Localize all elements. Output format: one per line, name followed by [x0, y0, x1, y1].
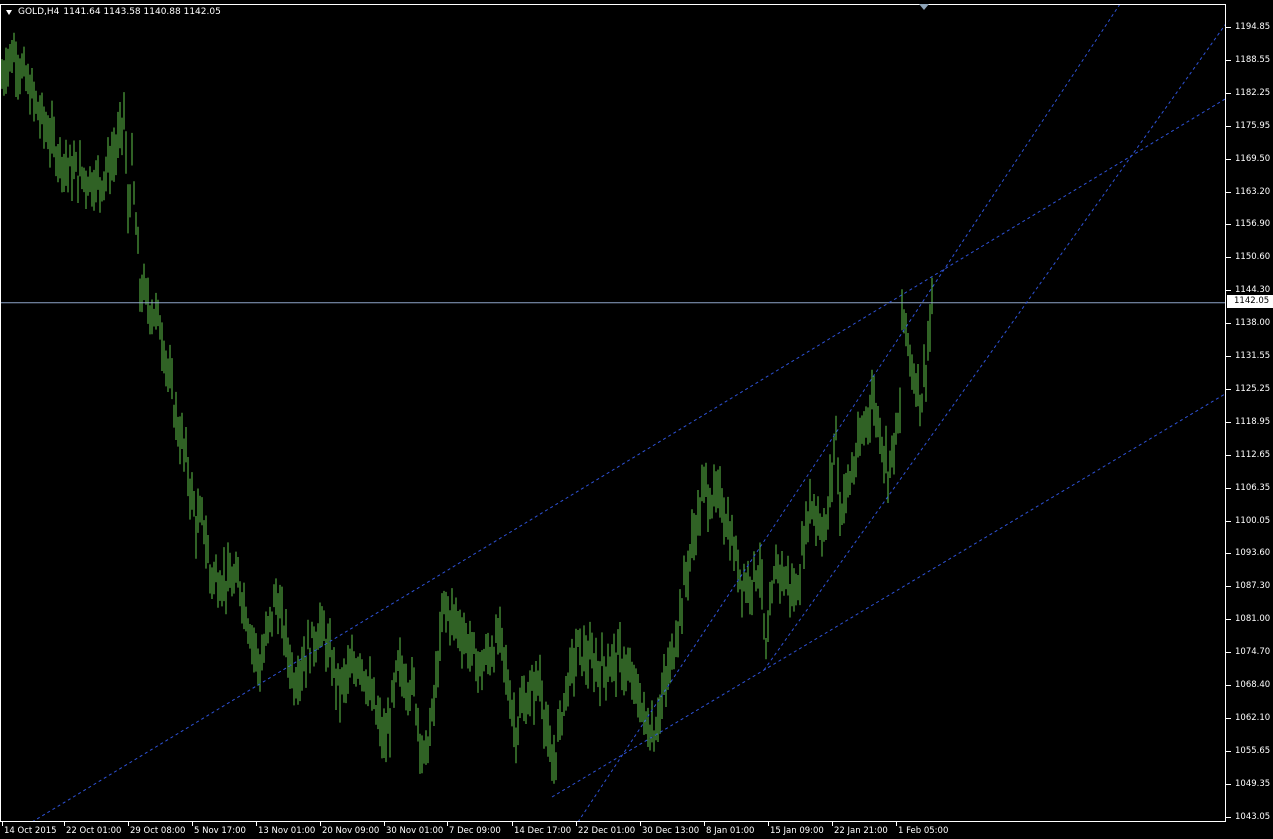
time-axis-label: 20 Nov 09:00: [322, 826, 380, 836]
time-axis-tick: [64, 822, 65, 826]
price-axis-label: 1118.95: [1235, 416, 1271, 427]
chart-header: GOLD,H4 1141.64 1143.58 1140.88 1142.05: [6, 7, 221, 17]
time-axis-label: 13 Nov 01:00: [258, 826, 316, 836]
chart-shift-marker-icon[interactable]: [919, 4, 929, 10]
price-axis-tick: [1226, 421, 1231, 423]
price-axis-label: 1087.30: [1235, 581, 1271, 592]
time-axis-label: 5 Nov 17:00: [194, 826, 246, 836]
price-axis-tick: [1226, 388, 1231, 390]
price-axis-tick: [1226, 553, 1231, 555]
time-axis-label: 22 Jan 21:00: [834, 826, 888, 836]
price-axis-tick: [1226, 520, 1231, 522]
price-axis-label: 1150.60: [1235, 252, 1271, 263]
time-axis-tick: [384, 822, 385, 826]
price-axis-label: 1175.95: [1235, 120, 1271, 131]
time-axis-tick: [2, 822, 3, 826]
price-axis-label: 1112.65: [1235, 449, 1271, 460]
price-axis-tick: [1226, 125, 1231, 127]
price-axis-label: 1043.05: [1235, 811, 1271, 822]
price-axis-tick: [1226, 191, 1231, 193]
price-axis-label: 1156.90: [1235, 219, 1271, 230]
price-axis-tick: [1226, 750, 1231, 752]
time-axis-tick: [447, 822, 448, 826]
price-axis-label: 1074.70: [1235, 647, 1271, 658]
time-axis-tick: [704, 822, 705, 826]
ohlc-values: 1141.64 1143.58 1140.88 1142.05: [63, 7, 221, 17]
trendline: [577, 4, 1121, 822]
price-axis-label: 1125.25: [1235, 383, 1271, 394]
price-axis-tick: [1226, 323, 1231, 325]
price-axis-label: 1055.65: [1235, 745, 1271, 756]
time-axis-label: 15 Jan 09:00: [770, 826, 824, 836]
time-axis-tick: [256, 822, 257, 826]
time-axis-label: 1 Feb 05:00: [898, 826, 949, 836]
current-price-tag: 1142.05: [1227, 295, 1273, 308]
time-axis-label: 30 Dec 13:00: [642, 826, 700, 836]
price-axis-tick: [1226, 619, 1231, 621]
time-axis-tick: [640, 822, 641, 826]
price-axis-label: 1182.25: [1235, 87, 1271, 98]
price-axis-label: 1163.20: [1235, 186, 1271, 197]
symbol-timeframe: GOLD,H4: [18, 7, 60, 17]
price-axis-label: 1144.30: [1235, 285, 1271, 296]
price-axis-tick: [1226, 257, 1231, 259]
price-axis-label: 1100.05: [1235, 515, 1271, 526]
time-axis-tick: [192, 822, 193, 826]
time-axis-tick: [320, 822, 321, 826]
price-axis-label: 1081.00: [1235, 614, 1271, 625]
price-axis-label: 1049.35: [1235, 778, 1271, 789]
price-axis-label: 1169.50: [1235, 153, 1271, 164]
trendline: [31, 97, 1226, 822]
time-axis-tick: [896, 822, 897, 826]
price-axis-label: 1131.55: [1235, 351, 1271, 361]
chart-window[interactable]: GOLD,H4 1141.64 1143.58 1140.88 1142.05 …: [0, 0, 1273, 839]
time-axis-tick: [512, 822, 513, 826]
time-axis-label: 7 Dec 09:00: [449, 826, 501, 836]
price-axis-tick: [1226, 586, 1231, 588]
time-axis-tick: [768, 822, 769, 826]
price-axis-tick: [1226, 717, 1231, 719]
price-axis-tick: [1226, 290, 1231, 292]
price-axis-tick: [1226, 59, 1231, 61]
price-axis-label: 1194.85: [1235, 22, 1271, 32]
time-axis-label: 8 Jan 01:00: [706, 826, 755, 836]
price-axis-tick: [1226, 158, 1231, 160]
price-axis-label: 1093.60: [1235, 548, 1271, 559]
price-chart[interactable]: [0, 0, 1273, 839]
time-axis-label: 14 Dec 17:00: [514, 826, 572, 836]
time-axis-label: 22 Dec 01:00: [578, 826, 636, 836]
price-axis-tick: [1226, 92, 1231, 94]
price-axis-tick: [1226, 487, 1231, 489]
time-axis-tick: [576, 822, 577, 826]
price-axis-tick: [1226, 27, 1231, 28]
price-axis-tick: [1226, 224, 1231, 226]
price-axis-label: 1188.55: [1235, 54, 1271, 65]
time-axis-tick: [832, 822, 833, 826]
price-axis-label: 1106.35: [1235, 482, 1271, 493]
time-axis-tick: [128, 822, 129, 826]
price-axis-label: 1138.00: [1235, 318, 1271, 329]
price-axis-tick: [1226, 816, 1231, 818]
price-axis-tick: [1226, 356, 1231, 357]
price-axis-label: 1062.10: [1235, 712, 1271, 723]
symbol-menu-icon[interactable]: [6, 9, 12, 15]
time-axis-label: 30 Nov 01:00: [386, 826, 444, 836]
trendline: [763, 22, 1226, 671]
price-axis-tick: [1226, 652, 1231, 654]
candles-group: [1, 32, 933, 784]
time-axis-label: 29 Oct 08:00: [130, 826, 186, 836]
price-axis-tick: [1226, 454, 1231, 456]
price-axis-tick: [1226, 783, 1231, 785]
price-axis-tick: [1226, 685, 1231, 686]
time-axis-label: 14 Oct 2015: [4, 826, 57, 836]
trendline: [551, 392, 1226, 798]
price-axis-label: 1068.40: [1235, 680, 1271, 690]
time-axis-label: 22 Oct 01:00: [66, 826, 122, 836]
